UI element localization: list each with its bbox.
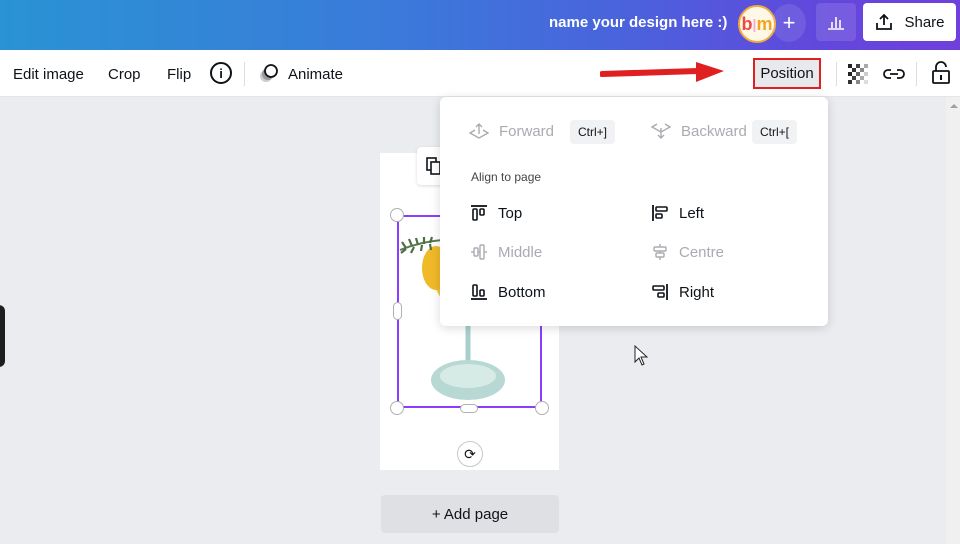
resize-handle-bottom-left[interactable] bbox=[390, 401, 404, 415]
add-page-label: + Add page bbox=[431, 505, 509, 523]
layer-forward-icon bbox=[469, 123, 489, 139]
align-centre-button[interactable]: Centre bbox=[651, 243, 724, 261]
align-middle-button[interactable]: Middle bbox=[470, 243, 542, 261]
align-top-icon bbox=[471, 205, 487, 221]
insights-button[interactable] bbox=[816, 3, 856, 41]
animate-button[interactable]: Animate bbox=[288, 66, 343, 83]
position-label: Position bbox=[760, 65, 814, 82]
resize-handle-left[interactable] bbox=[393, 302, 402, 320]
flip-button[interactable]: Flip bbox=[167, 66, 191, 83]
align-right-button[interactable]: Right bbox=[651, 283, 714, 301]
align-left-label: Left bbox=[679, 204, 705, 222]
align-middle-icon bbox=[471, 244, 487, 260]
bar-chart-icon bbox=[828, 17, 844, 30]
add-collaborator-button[interactable]: + bbox=[772, 4, 806, 42]
vertical-scrollbar[interactable] bbox=[946, 97, 960, 544]
design-name-field[interactable]: name your design here :) bbox=[549, 14, 727, 31]
info-glyph: i bbox=[219, 65, 223, 81]
align-centre-label: Centre bbox=[679, 243, 725, 261]
animate-icon bbox=[260, 64, 278, 82]
align-left-icon bbox=[652, 205, 668, 221]
toolbar-divider bbox=[916, 62, 917, 86]
link-icon[interactable] bbox=[882, 65, 906, 83]
resize-handle-top-left[interactable] bbox=[390, 208, 404, 222]
align-right-icon bbox=[652, 284, 668, 300]
context-toolbar: Edit image Crop Flip i Animate Position bbox=[0, 50, 960, 97]
align-bottom-label: Bottom bbox=[498, 283, 546, 301]
align-top-button[interactable]: Top bbox=[470, 204, 522, 222]
mouse-cursor-icon bbox=[634, 345, 649, 366]
position-menu: Forward Ctrl+] Backward Ctrl+[ Align to … bbox=[440, 97, 828, 326]
align-bottom-button[interactable]: Bottom bbox=[470, 283, 546, 301]
info-icon[interactable]: i bbox=[210, 62, 232, 84]
align-centre-icon bbox=[653, 244, 667, 260]
align-bottom-icon bbox=[471, 284, 487, 300]
upload-icon bbox=[876, 13, 893, 30]
align-middle-label: Middle bbox=[498, 243, 543, 261]
rotate-button[interactable]: ⟳ bbox=[457, 441, 483, 467]
rotate-icon: ⟳ bbox=[464, 445, 476, 462]
position-button[interactable]: Position bbox=[753, 58, 821, 89]
lock-open-icon[interactable] bbox=[931, 61, 951, 85]
align-to-page-heading: Align to page bbox=[471, 170, 542, 184]
avatar[interactable]: b | m bbox=[738, 5, 776, 43]
align-top-label: Top bbox=[498, 204, 523, 222]
red-arrow-annotation bbox=[600, 62, 724, 82]
resize-handle-bottom[interactable] bbox=[460, 404, 478, 413]
resize-handle-bottom-right[interactable] bbox=[535, 401, 549, 415]
share-label: Share bbox=[904, 13, 945, 31]
avatar-letter-b: b bbox=[741, 13, 753, 34]
forward-shortcut: Ctrl+] bbox=[570, 120, 616, 144]
avatar-letter-m: m bbox=[756, 13, 773, 34]
side-panel-toggle[interactable] bbox=[0, 305, 5, 367]
forward-button[interactable]: Forward bbox=[469, 122, 554, 140]
backward-button[interactable]: Backward bbox=[651, 122, 747, 140]
toolbar-divider bbox=[836, 62, 837, 86]
transparency-icon[interactable] bbox=[848, 64, 868, 84]
layer-backward-icon bbox=[651, 123, 671, 139]
edit-image-button[interactable]: Edit image bbox=[13, 66, 84, 83]
forward-label: Forward bbox=[499, 122, 555, 140]
crop-button[interactable]: Crop bbox=[108, 66, 141, 83]
share-button[interactable]: Share bbox=[863, 3, 956, 41]
toolbar-divider bbox=[244, 62, 245, 86]
add-page-button[interactable]: + Add page bbox=[381, 495, 559, 533]
backward-shortcut: Ctrl+[ bbox=[752, 120, 798, 144]
align-right-label: Right bbox=[679, 283, 715, 301]
top-bar: name your design here :) b | m + Share bbox=[0, 0, 960, 50]
scroll-up-arrow-icon[interactable] bbox=[950, 104, 958, 108]
align-left-button[interactable]: Left bbox=[651, 204, 704, 222]
plus-icon: + bbox=[782, 10, 796, 35]
backward-label: Backward bbox=[681, 122, 747, 140]
